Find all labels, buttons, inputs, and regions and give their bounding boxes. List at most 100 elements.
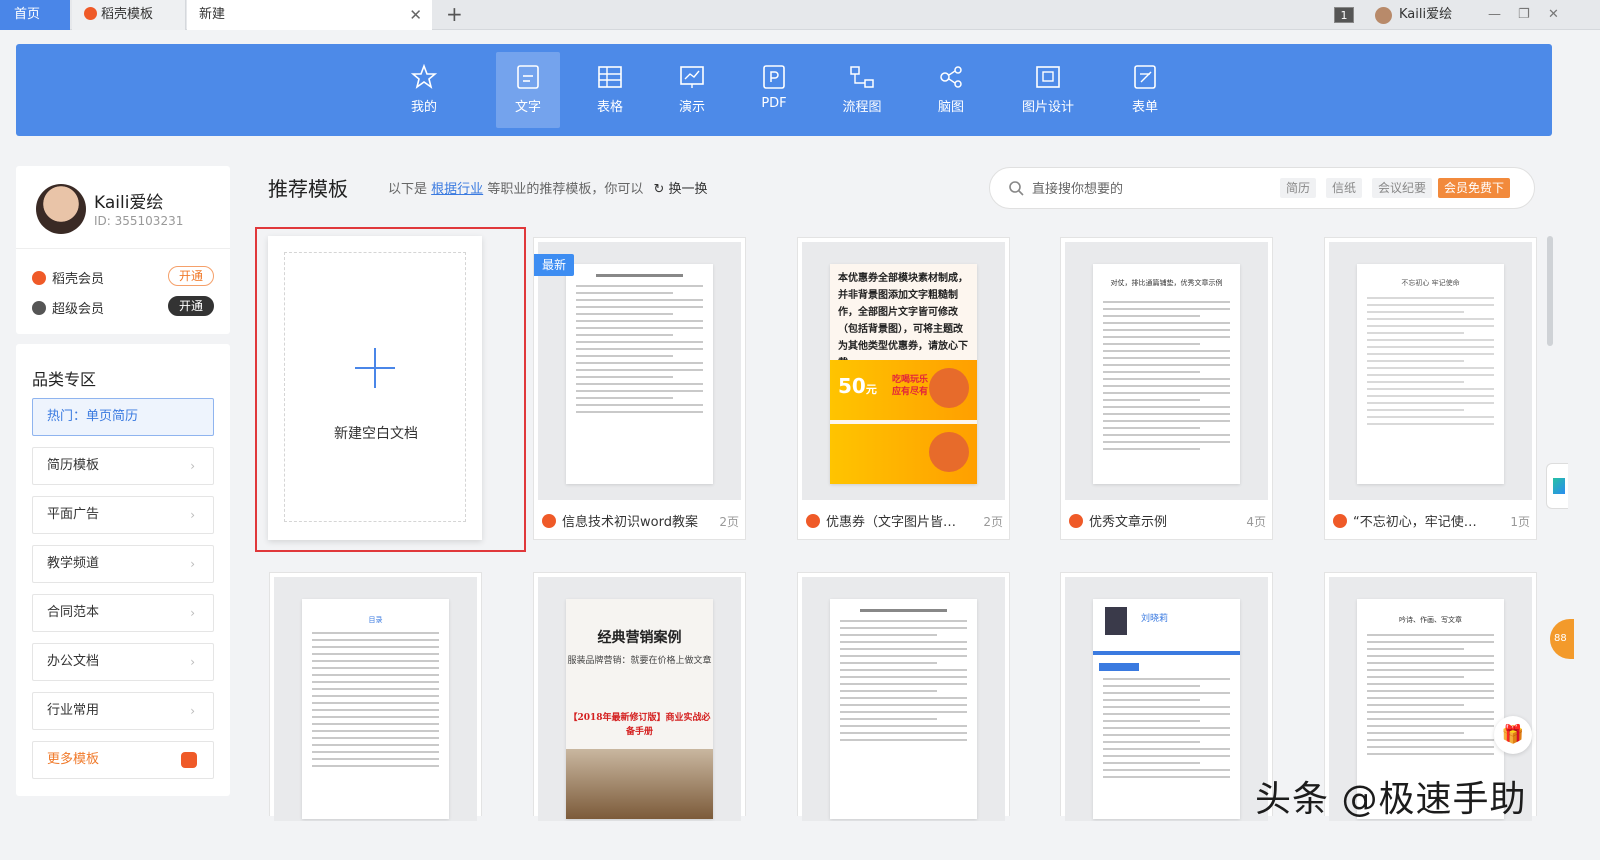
template-thumbnail: 对仗，排比通篇铺垫，优秀文章示例 xyxy=(1065,242,1268,500)
vip-free-download-button[interactable]: 会员免费下 xyxy=(1438,178,1511,198)
recommend-desc-prefix: 以下是 xyxy=(388,182,428,197)
daoke-member-label: 稻壳会员 xyxy=(52,272,105,287)
template-card[interactable]: 经典营销案例 服装品牌营销：就要在价格上做文章 【2018年最新修订版】商业实战… xyxy=(533,572,746,821)
tab-daoke-templates[interactable]: 稻壳模板 xyxy=(72,0,186,30)
tool-writer[interactable]: 文字 xyxy=(496,52,560,128)
template-thumbnail: 本优惠券全部模块素材制成，并非背景图添加文字粗糙制作，全部图片文字皆可修改（包括… xyxy=(802,242,1005,500)
category-label: 更多模板 xyxy=(47,752,100,767)
category-industry[interactable]: 行业常用 › xyxy=(32,692,214,730)
template-card[interactable]: 对仗，排比通篇铺垫，优秀文章示例 优秀文章示例 4页 xyxy=(1060,237,1273,540)
tool-presentation[interactable]: 演示 xyxy=(660,52,724,128)
oath-preview-title: 不忘初心 牢记使命 xyxy=(1401,279,1460,287)
new-blank-document-card[interactable]: 新建空白文档 xyxy=(268,236,482,540)
tool-pdf-label: PDF xyxy=(761,96,787,111)
category-teaching[interactable]: 教学频道 › xyxy=(32,545,214,583)
category-label: 办公文档 xyxy=(47,654,100,669)
tool-image-design[interactable]: 图片设计 xyxy=(1016,52,1080,128)
new-tab-plus-icon[interactable]: + xyxy=(446,0,463,30)
template-pages: 2页 xyxy=(719,515,739,529)
close-window-icon[interactable]: ✕ xyxy=(1548,0,1559,30)
category-label: 教学频道 xyxy=(47,556,100,571)
tab-home[interactable]: 首页 xyxy=(0,0,70,30)
flowchart-icon xyxy=(850,66,874,88)
minimize-icon[interactable]: — xyxy=(1488,0,1501,30)
chevron-right-icon: › xyxy=(190,606,195,620)
coupon-preview: 本优惠券全部模块素材制成，并非背景图添加文字粗糙制作，全部图片文字皆可修改（包括… xyxy=(830,264,977,484)
search-icon xyxy=(1009,181,1024,196)
titlebar-username[interactable]: Kaili爱绘 xyxy=(1399,0,1452,30)
tool-mindmap[interactable]: 脑图 xyxy=(919,52,983,128)
tab-new[interactable]: 新建 ✕ xyxy=(187,0,432,30)
side-app-shortcut[interactable] xyxy=(1546,463,1568,509)
newest-badge: 最新 xyxy=(534,254,575,276)
category-hot-resume[interactable]: 热门：单页简历 xyxy=(32,398,214,436)
toc-preview-lines xyxy=(302,627,449,772)
template-thumbnail: 不忘初心 牢记使命 xyxy=(1329,242,1532,500)
tool-mine[interactable]: 我的 xyxy=(392,52,456,128)
marketing-preview-edition: 【2018年最新修订版】商业实战必备手册 xyxy=(568,713,711,737)
template-card[interactable]: 最新 信息技术初识word教案 2页 xyxy=(533,237,746,540)
template-card[interactable] xyxy=(797,572,1010,821)
article-preview: 对仗，排比通篇铺垫，优秀文章示例 xyxy=(1093,264,1240,484)
restore-icon[interactable]: ❐ xyxy=(1518,0,1530,30)
template-thumbnail xyxy=(802,577,1005,821)
category-resume[interactable]: 简历模板 › xyxy=(32,447,214,485)
category-label: 行业常用 xyxy=(47,703,100,718)
tool-form[interactable]: 表单 xyxy=(1113,52,1177,128)
daoke-flame-icon xyxy=(542,514,556,528)
category-contracts[interactable]: 合同范本 › xyxy=(32,594,214,632)
category-more-templates[interactable]: 更多模板 xyxy=(32,741,214,779)
template-card[interactable]: 刘晓莉 xyxy=(1060,572,1273,821)
table-icon xyxy=(598,66,622,88)
open-super-member-button[interactable]: 开通 xyxy=(168,296,214,316)
tool-image-design-label: 图片设计 xyxy=(1021,100,1074,115)
article-preview-lines xyxy=(1093,296,1240,455)
scrollbar[interactable] xyxy=(1547,236,1553,346)
category-label: 简历模板 xyxy=(47,458,100,473)
search-tag-resume[interactable]: 简历 xyxy=(1280,178,1317,198)
avatar[interactable] xyxy=(36,184,86,234)
template-card[interactable]: 目录 xyxy=(269,572,482,821)
super-member-icon xyxy=(32,301,46,315)
oath-essay-preview: 不忘初心 牢记使命 xyxy=(1357,264,1504,484)
by-industry-link[interactable]: 根据行业 xyxy=(431,182,483,197)
titlebar-avatar[interactable] xyxy=(1375,7,1392,24)
refresh-label: 换一换 xyxy=(668,182,708,197)
coupon-banner: 50元 吃喝玩乐 应有尽有 xyxy=(830,360,977,420)
open-daoke-member-button[interactable]: 开通 xyxy=(168,266,214,286)
tool-flowchart[interactable]: 流程图 xyxy=(830,52,894,128)
template-card[interactable]: 不忘初心 牢记使命 “不忘初心，牢记使… 1页 xyxy=(1324,237,1537,540)
search-tag-letter-paper[interactable]: 信纸 xyxy=(1326,178,1363,198)
search-input[interactable] xyxy=(1032,178,1262,200)
category-office-docs[interactable]: 办公文档 › xyxy=(32,643,214,681)
image-design-icon xyxy=(1036,66,1060,88)
template-pages: 2页 xyxy=(983,515,1003,529)
template-name: 信息技术初识word教案 xyxy=(562,515,698,530)
template-thumbnail: 刘晓莉 xyxy=(1065,577,1268,821)
tool-spreadsheet[interactable]: 表格 xyxy=(578,52,642,128)
category-title: 品类专区 xyxy=(32,370,97,389)
lesson-plan-preview xyxy=(566,264,713,484)
category-label: 热门：单页简历 xyxy=(47,409,139,424)
daoke-member-row: 稻壳会员 xyxy=(32,268,104,287)
category-print-ads[interactable]: 平面广告 › xyxy=(32,496,214,534)
search-tag-meeting-minutes[interactable]: 会议纪要 xyxy=(1372,178,1433,198)
notification-count-badge[interactable]: 1 xyxy=(1334,7,1354,23)
resume-photo xyxy=(1105,607,1127,635)
tool-pdf[interactable]: PDF xyxy=(742,52,806,128)
tool-mine-label: 我的 xyxy=(410,100,437,115)
category-panel: 品类专区 热门：单页简历 简历模板 › 平面广告 › 教学频道 › 合同范本 › 办公文… xyxy=(16,344,230,796)
category-label: 平面广告 xyxy=(47,507,100,522)
marketing-preview-title: 经典营销案例 xyxy=(597,630,682,646)
recommend-description: 以下是 根据行业 等职业的推荐模板，你可以 ↻ 换一换 xyxy=(388,178,708,197)
refresh-button[interactable]: ↻ 换一换 xyxy=(653,182,707,197)
resume-name: 刘晓莉 xyxy=(1141,614,1169,624)
tab-close-icon[interactable]: ✕ xyxy=(409,0,422,30)
blank-document-dashed-area: 新建空白文档 xyxy=(284,252,466,522)
template-name: “不忘初心，牢记使… xyxy=(1353,515,1477,530)
coupon-slogan: 吃喝玩乐 应有尽有 xyxy=(892,375,929,397)
gift-icon[interactable]: 🎁 xyxy=(1494,716,1532,754)
template-card[interactable]: 本优惠券全部模块素材制成，并非背景图添加文字粗糙制作，全部图片文字皆可修改（包括… xyxy=(797,237,1010,540)
template-footer: 优惠券（文字图片皆… 2页 xyxy=(798,506,1011,536)
side-promo-badge[interactable]: 88 xyxy=(1550,619,1574,659)
